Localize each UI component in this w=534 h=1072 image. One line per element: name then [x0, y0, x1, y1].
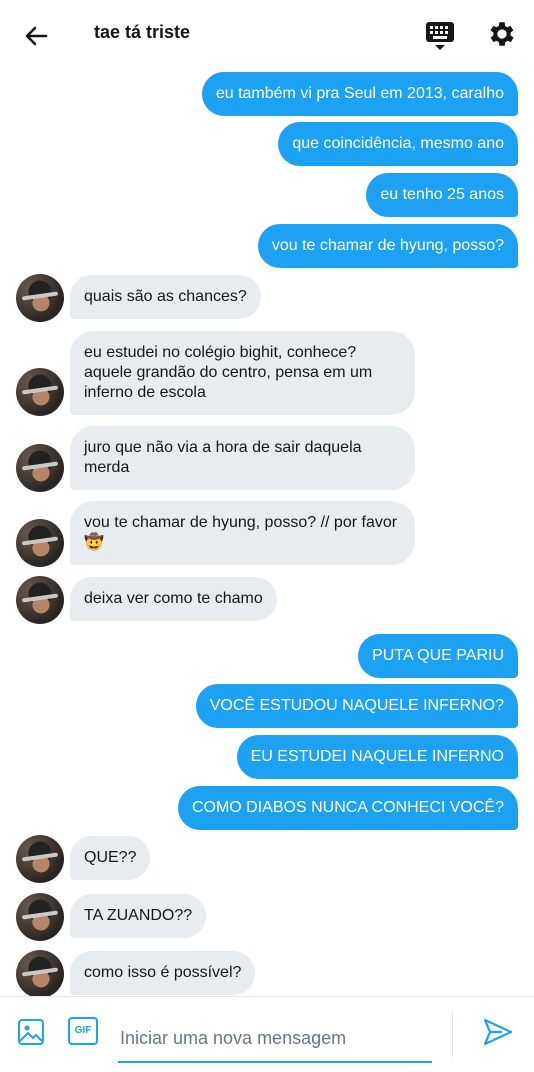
message-bubble-outgoing[interactable]: eu tenho 25 anos: [366, 173, 518, 217]
message-bubble-incoming[interactable]: como isso é possível?: [70, 951, 256, 995]
avatar[interactable]: [16, 893, 64, 941]
image-icon[interactable]: [16, 1017, 46, 1047]
message-bubble-outgoing[interactable]: vou te chamar de hyung, posso?: [257, 224, 518, 268]
message-bubble-outgoing[interactable]: PUTA QUE PARIU: [358, 634, 518, 678]
message-bubble-incoming[interactable]: juro que não via a hora de sair daquela …: [70, 426, 415, 490]
message-composer: GIF: [0, 996, 534, 1072]
message-bubble-incoming[interactable]: vou te chamar de hyung, posso? // por fa…: [70, 501, 415, 565]
arrow-left-icon[interactable]: [20, 20, 52, 52]
gear-icon[interactable]: [486, 18, 518, 50]
avatar[interactable]: [16, 368, 64, 416]
avatar[interactable]: [16, 950, 64, 996]
message-bubble-outgoing[interactable]: VOCÊ ESTUDOU NAQUELE INFERNO?: [195, 684, 518, 728]
avatar[interactable]: [16, 835, 64, 883]
message-input[interactable]: [118, 1015, 432, 1063]
message-bubble-outgoing[interactable]: EU ESTUDEI NAQUELE INFERNO: [236, 735, 518, 779]
message-bubble-incoming[interactable]: TA ZUANDO??: [70, 894, 207, 938]
message-list[interactable]: eu também vi pra Seul em 2013, caralho q…: [0, 68, 534, 996]
message-bubble-incoming[interactable]: QUE??: [70, 836, 151, 880]
avatar[interactable]: [16, 274, 64, 322]
send-icon[interactable]: [482, 1017, 514, 1047]
conversation-title: tae tá triste: [94, 22, 191, 42]
avatar[interactable]: [16, 519, 64, 567]
avatar[interactable]: [16, 576, 64, 624]
message-bubble-outgoing[interactable]: COMO DIABOS NUNCA CONHECI VOCÊ?: [177, 786, 518, 830]
message-bubble-incoming[interactable]: deixa ver como te chamo: [70, 577, 277, 621]
conversation-header: tae tá triste: [0, 0, 534, 68]
avatar[interactable]: [16, 444, 64, 492]
gif-icon[interactable]: GIF: [68, 1017, 98, 1045]
message-bubble-outgoing[interactable]: eu também vi pra Seul em 2013, caralho: [201, 72, 518, 116]
message-bubble-incoming[interactable]: eu estudei no colégio bighit, conhece? a…: [70, 331, 415, 415]
divider: [452, 1011, 453, 1057]
message-bubble-outgoing[interactable]: que coincidência, mesmo ano: [278, 122, 518, 166]
keyboard-icon[interactable]: [424, 18, 456, 52]
message-bubble-incoming[interactable]: quais são as chances?: [70, 275, 261, 319]
